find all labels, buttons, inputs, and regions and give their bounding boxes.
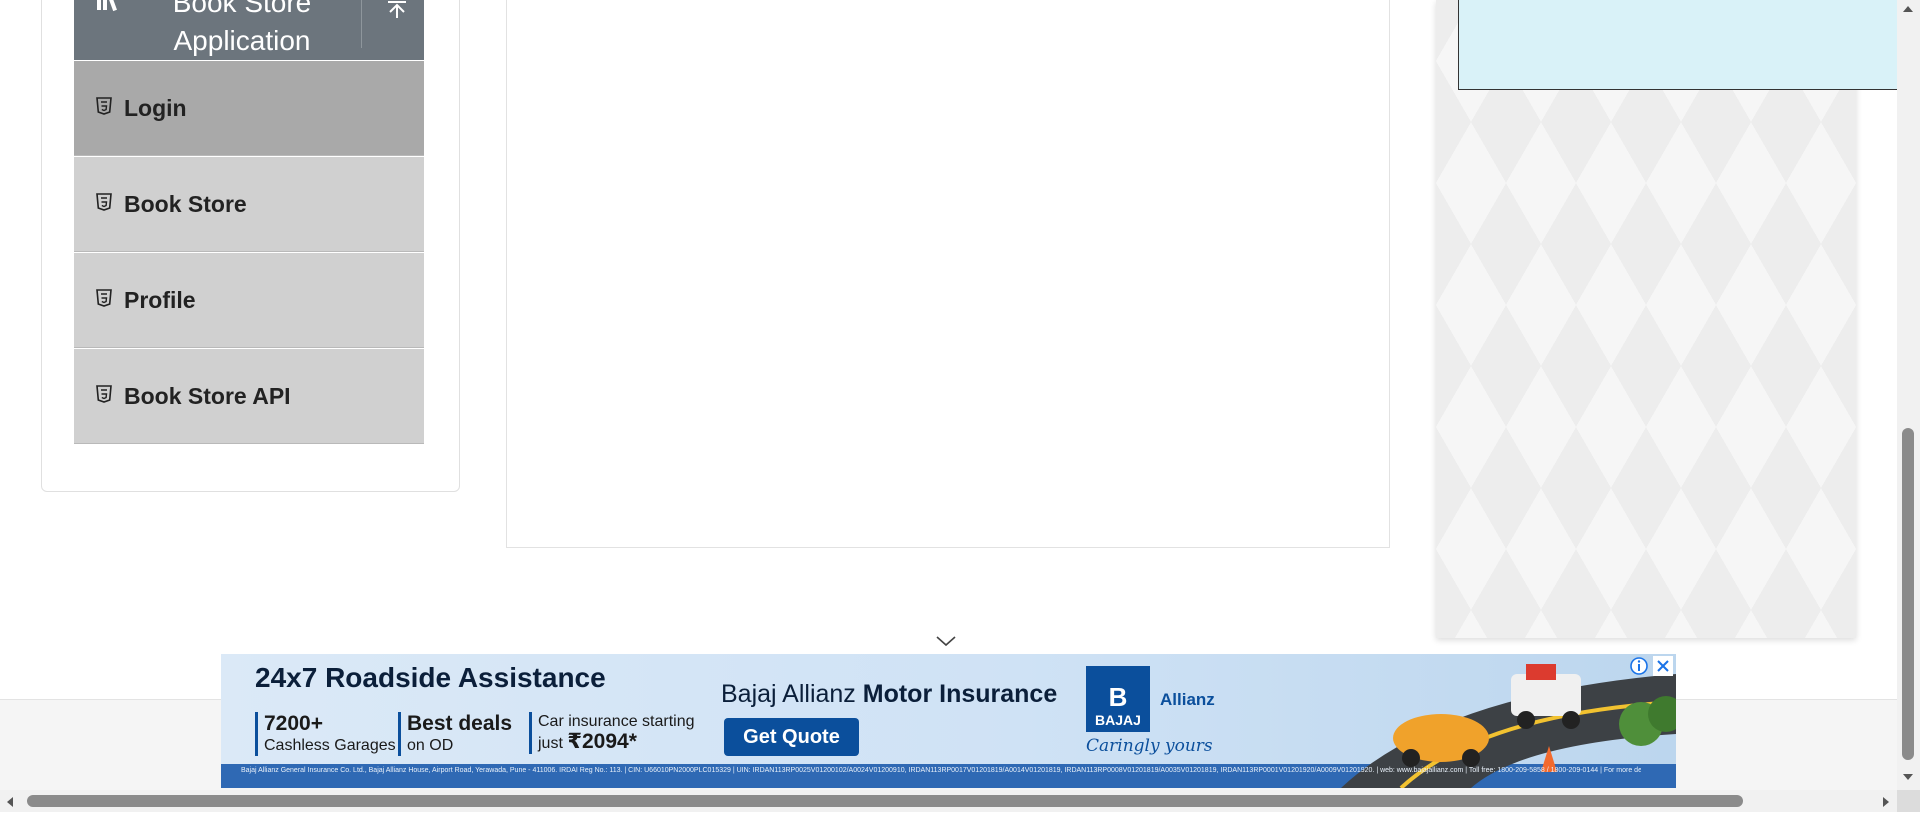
brand-name: Bajaj Allianz	[721, 680, 856, 708]
main-content-panel	[506, 0, 1390, 548]
html5-icon	[96, 385, 112, 403]
sidebar-group-header[interactable]: Book Store Application	[74, 0, 424, 60]
stat-prefix: just	[538, 735, 563, 752]
sidebar-item-label: Profile	[124, 287, 196, 313]
stat-caption: on OD	[407, 737, 454, 754]
scroll-down-arrow-icon[interactable]	[1902, 770, 1914, 782]
collapse-arrow-up-icon	[388, 1, 406, 18]
stat-caption: Car insurance starting	[538, 713, 695, 730]
close-icon[interactable]	[1653, 656, 1673, 676]
sidebar-item-profile[interactable]: Profile	[74, 253, 424, 348]
banner-brand-line: Bajaj Allianz Motor Insurance	[721, 680, 1057, 709]
html5-icon	[96, 193, 112, 211]
html5-icon	[96, 97, 112, 115]
scroll-left-arrow-icon[interactable]	[4, 795, 16, 807]
horizontal-scroll-thumb[interactable]	[27, 795, 1743, 807]
collapse-button[interactable]	[374, 0, 420, 48]
sidebar-item-book-store-api[interactable]: Book Store API	[74, 349, 424, 444]
brand-product: Motor Insurance	[862, 680, 1058, 708]
books-icon	[96, 0, 122, 12]
banner-stat-deals: Best deals on OD	[398, 712, 512, 756]
stat-caption: Cashless Garages	[264, 737, 396, 754]
right-ad-column[interactable]	[1436, 0, 1856, 638]
banner-fineprint: Bajaj Allianz General Insurance Co. Ltd.…	[241, 767, 1641, 774]
right-ad-top-box[interactable]	[1458, 0, 1898, 90]
sidebar-item-book-store[interactable]: Book Store	[74, 157, 424, 252]
html5-icon	[96, 289, 112, 307]
stat-value: Best deals	[407, 712, 513, 735]
vertical-scrollbar[interactable]	[1897, 0, 1920, 790]
sidebar-item-label: Book Store API	[124, 383, 291, 409]
banner-headline: 24x7 Roadside Assistance	[255, 662, 606, 693]
chevron-down-icon[interactable]	[935, 634, 957, 648]
scroll-right-arrow-icon[interactable]	[1880, 795, 1892, 807]
scrollbar-corner	[1897, 790, 1920, 812]
stat-value: 7200+	[264, 712, 323, 735]
sidebar-item-label: Login	[124, 95, 187, 121]
ad-banner[interactable]: 24x7 Roadside Assistance 7200+ Cashless …	[221, 654, 1676, 788]
bajaj-logo: B BAJAJ	[1086, 666, 1150, 732]
bajaj-mark-icon: B	[1108, 682, 1128, 712]
get-quote-button[interactable]: Get Quote	[724, 718, 859, 756]
sidebar-item-label: Book Store	[124, 191, 247, 217]
stat-price: ₹2094*	[567, 730, 637, 753]
banner-tagline: Caringly yours	[1086, 736, 1213, 756]
allianz-logo: Allianz	[1160, 690, 1215, 709]
horizontal-scrollbar[interactable]	[0, 790, 1897, 812]
banner-stat-garages: 7200+ Cashless Garages	[255, 712, 396, 756]
header-divider	[361, 0, 362, 48]
banner-stat-price: Car insurance starting just ₹2094*	[529, 712, 695, 754]
sidebar-item-login[interactable]: Login	[74, 61, 424, 156]
vertical-scroll-thumb[interactable]	[1902, 428, 1914, 760]
sidebar-group-title: Book Store Application	[172, 0, 312, 56]
logo-text: BAJAJ	[1095, 712, 1141, 728]
scroll-up-arrow-icon[interactable]	[1902, 2, 1914, 14]
ad-info-icon[interactable]	[1629, 656, 1649, 676]
